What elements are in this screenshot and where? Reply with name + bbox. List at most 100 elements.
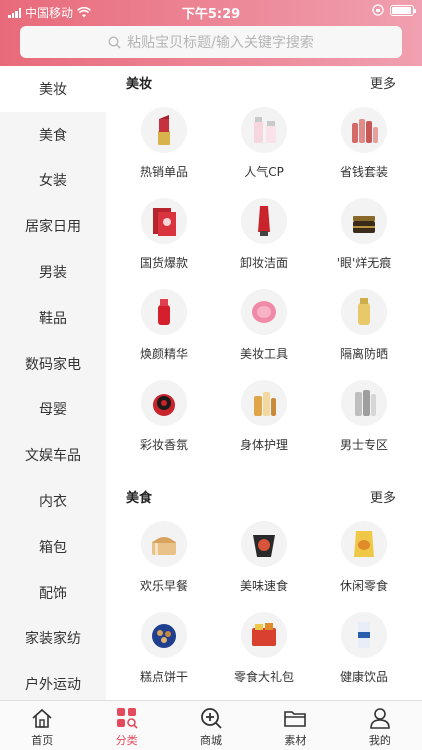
tile-label: 彩妆香氛	[139, 438, 188, 452]
cushion-compact-icon	[141, 380, 187, 426]
sidebar-item-13[interactable]: 户外运动	[0, 661, 106, 700]
sidebar-item-2[interactable]: 女装	[0, 158, 106, 204]
category-tile[interactable]: 休闲零食	[314, 512, 414, 603]
tile-label: 人气CP	[244, 165, 284, 179]
sidebar-item-7[interactable]: 母婴	[0, 387, 106, 433]
eye-cream-jar-icon	[341, 198, 387, 244]
category-tile[interactable]: 美妆工具	[214, 280, 314, 371]
category-tile[interactable]: 欢乐早餐	[114, 512, 214, 603]
sidebar-item-label: 女装	[39, 173, 67, 190]
tile-label: 省钱套装	[339, 165, 388, 179]
tile-label: 美妆工具	[239, 347, 288, 361]
tile-label: 美味速食	[239, 579, 288, 593]
category-tile[interactable]: 焕颜精华	[114, 280, 214, 371]
category-tile[interactable]: 男士专区	[314, 371, 414, 462]
sunscreen-icon	[341, 289, 387, 335]
lipstick-icon	[141, 107, 187, 153]
category-tile[interactable]: 省钱套装	[314, 98, 414, 189]
tile-label: 焕颜精华	[139, 347, 188, 361]
category-tile[interactable]: 国货爆款	[114, 189, 214, 280]
sidebar-item-label: 母婴	[39, 402, 67, 419]
category-icon	[116, 708, 138, 729]
sidebar-item-label: 户外运动	[25, 677, 81, 694]
tab-label: 首页	[31, 734, 54, 747]
section-title: 美妆	[126, 76, 153, 92]
zoom-plus-icon	[201, 708, 222, 729]
section-header: 美妆 更多	[106, 66, 422, 98]
tile-label: 欢乐早餐	[139, 579, 188, 593]
tile-label: 隔离防晒	[339, 347, 388, 361]
sidebar-item-8[interactable]: 文娱车品	[0, 432, 106, 478]
instant-noodles-icon	[241, 521, 287, 567]
tab-0[interactable]: 首页	[0, 701, 84, 750]
body-care-bottles-icon	[241, 380, 287, 426]
sidebar-item-0[interactable]: 美妆	[0, 66, 106, 112]
sidebar-item-label: 文娱车品	[25, 448, 81, 465]
mens-skincare-icon	[341, 380, 387, 426]
category-tile[interactable]: '眼'烊无痕	[314, 189, 414, 280]
category-content: 美妆 更多 热销单品 人气CP 省钱套装 国货爆款 卸妆洁面 '眼'烊无痕 焕颜精华 美妆工具 隔离…	[106, 66, 422, 700]
tile-label: '眼'烊无痕	[336, 256, 392, 270]
sidebar-item-11[interactable]: 配饰	[0, 570, 106, 616]
status-right	[372, 4, 416, 16]
sidebar-item-1[interactable]: 美食	[0, 112, 106, 158]
tab-3[interactable]: 素材	[253, 701, 337, 750]
search-input[interactable]: 粘贴宝贝标题/输入关键字搜索	[20, 26, 402, 58]
tab-label: 素材	[284, 734, 307, 747]
tab-label: 我的	[368, 734, 391, 747]
tab-4[interactable]: 我的	[338, 701, 422, 750]
cleansing-brush-icon	[241, 289, 287, 335]
sidebar-item-label: 箱包	[39, 539, 67, 556]
category-tile[interactable]: 彩妆香氛	[114, 371, 214, 462]
sidebar-item-4[interactable]: 男装	[0, 249, 106, 295]
category-tile[interactable]: 零食大礼包	[214, 603, 314, 694]
face-mask-icon	[141, 198, 187, 244]
sidebar-item-label: 内衣	[39, 494, 67, 511]
category-tile[interactable]: 热销单品	[114, 98, 214, 189]
item-grid: 热销单品 人气CP 省钱套装国货爆款 卸妆洁面 '眼'烊无痕焕颜精华 美妆工具 隔离防晒彩妆…	[106, 98, 422, 462]
category-tile[interactable]: 人气CP	[214, 98, 314, 189]
category-tile[interactable]: 卸妆洁面	[214, 189, 314, 280]
serum-bottle-icon	[141, 289, 187, 335]
battery-icon	[390, 4, 416, 16]
sidebar-item-12[interactable]: 家装家纺	[0, 616, 106, 662]
tile-label: 休闲零食	[339, 579, 388, 593]
sidebar-item-label: 家装家纺	[25, 631, 81, 648]
category-tile[interactable]: 美味速食	[214, 512, 314, 603]
search-placeholder: 粘贴宝贝标题/输入关键字搜索	[127, 35, 314, 51]
home-icon	[32, 708, 52, 728]
sidebar-item-label: 鞋品	[39, 310, 67, 327]
tile-label: 国货爆款	[139, 256, 188, 270]
more-link[interactable]: 更多	[370, 487, 396, 506]
sidebar-item-9[interactable]: 内衣	[0, 478, 106, 524]
category-tile[interactable]: 健康饮品	[314, 603, 414, 694]
sidebar-item-label: 居家日用	[25, 219, 81, 236]
sidebar-item-10[interactable]: 箱包	[0, 524, 106, 570]
category-tile[interactable]: 隔离防晒	[314, 280, 414, 371]
tab-1[interactable]: 分类	[84, 701, 168, 750]
sidebar-item-3[interactable]: 居家日用	[0, 203, 106, 249]
tab-label: 商城	[200, 734, 223, 747]
header: 中国移动 下午5:29 粘贴宝贝标题/输入关键字搜索	[0, 0, 422, 66]
tile-label: 健康饮品	[339, 670, 388, 684]
tab-2[interactable]: 商城	[169, 701, 253, 750]
sidebar-item-5[interactable]: 鞋品	[0, 295, 106, 341]
tab-bar: 首页 分类 商城 素材 我的	[0, 700, 422, 750]
snack-gift-box-icon	[241, 612, 287, 658]
category-tile[interactable]: 身体护理	[214, 371, 314, 462]
cookie-tin-icon	[141, 612, 187, 658]
sidebar-item-label: 配饰	[39, 585, 67, 602]
chips-bag-icon	[341, 521, 387, 567]
bread-icon	[141, 521, 187, 567]
more-link[interactable]: 更多	[370, 73, 396, 92]
tile-label: 身体护理	[239, 438, 288, 452]
search-icon	[108, 36, 121, 48]
rotation-lock-icon	[372, 4, 384, 16]
tile-label: 糕点饼干	[139, 670, 188, 684]
section-header: 美食 更多	[106, 480, 422, 512]
sidebar-item-6[interactable]: 数码家电	[0, 341, 106, 387]
cleanser-tube-icon	[241, 198, 287, 244]
category-tile[interactable]: 糕点饼干	[114, 603, 214, 694]
sidebar-item-label: 美妆	[39, 81, 67, 98]
